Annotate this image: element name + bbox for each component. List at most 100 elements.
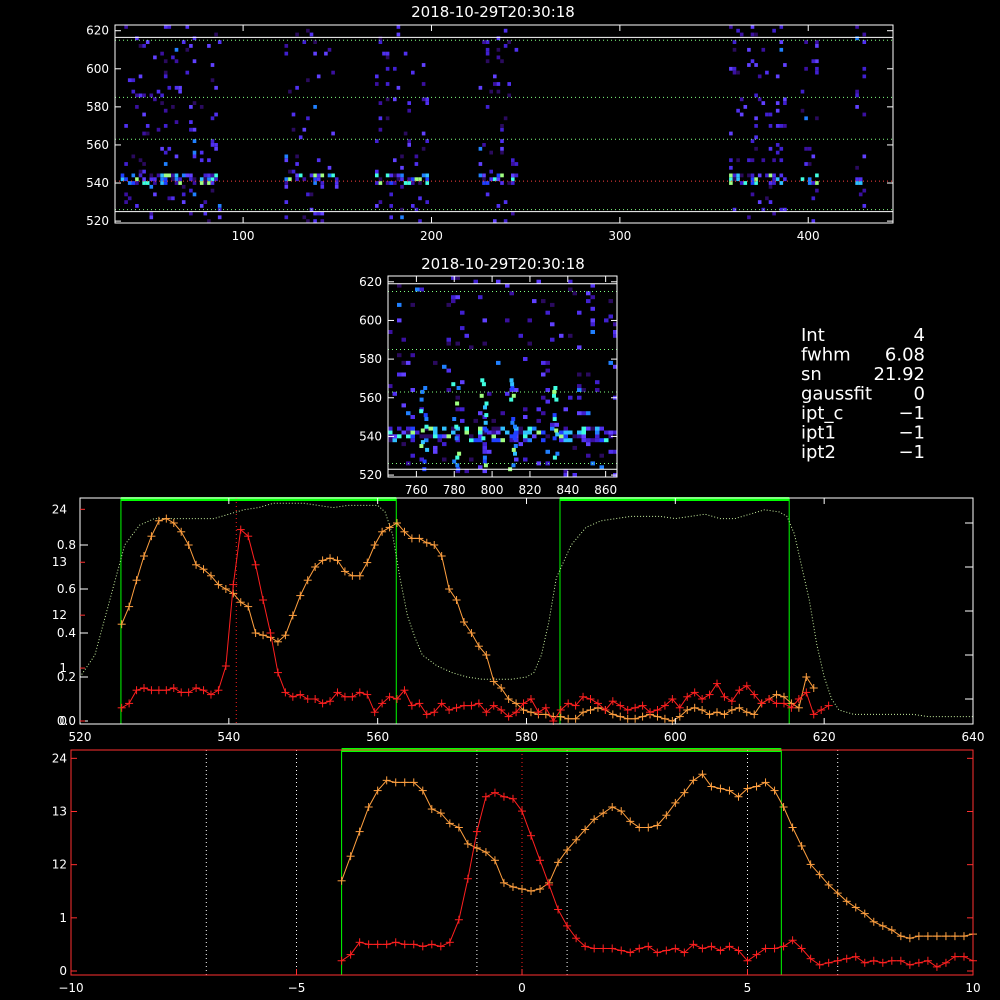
- top-pixel: [124, 162, 128, 166]
- top-pixel: [189, 44, 193, 48]
- top-pixel: [313, 177, 317, 182]
- middle-pixel: [599, 453, 604, 458]
- top-pixel: [378, 200, 383, 204]
- middle-pixel: [518, 333, 523, 338]
- middle-bright-pixel: [454, 436, 459, 441]
- middle-bright-pixel: [419, 409, 424, 414]
- middle-pixel: [599, 426, 604, 431]
- top-pixel: [400, 173, 404, 178]
- top-pixel: [414, 162, 419, 166]
- top-pixel: [739, 181, 744, 185]
- top-pixel: [178, 181, 182, 185]
- top-pixel: [171, 105, 175, 109]
- spectrum-window-box: [559, 498, 790, 725]
- top-pixel: [192, 177, 197, 182]
- top-pixel: [334, 184, 339, 189]
- top-pixel: [858, 192, 863, 197]
- top-pixel: [496, 173, 501, 178]
- info-label: ipt2: [801, 442, 836, 463]
- top-pixel: [807, 162, 812, 166]
- top-pixel: [135, 181, 139, 185]
- middle-pixel: [482, 318, 487, 323]
- top-pixel: [807, 177, 812, 182]
- top-pixel: [199, 204, 204, 208]
- top-pixel: [295, 173, 299, 178]
- info-value: 6.08: [885, 345, 925, 366]
- top-pixel: [167, 146, 172, 151]
- top-spectrogram-panel: 2018-10-29T20:30:18 520 540 560 580 600 620 10…: [86, 3, 894, 243]
- top-pixel: [203, 200, 208, 204]
- top-pixel: [313, 211, 317, 216]
- top-pixel: [754, 181, 758, 185]
- top-pixel: [142, 93, 146, 98]
- middle-pixel: [572, 445, 577, 450]
- middle-pixel: [577, 384, 582, 389]
- top-pixel: [862, 66, 867, 71]
- top-pixel: [800, 89, 805, 94]
- top-pixel: [163, 173, 168, 178]
- top-pixel: [811, 181, 816, 185]
- top-pixel: [378, 40, 383, 44]
- top-pixel: [210, 173, 215, 178]
- top-pixel: [378, 181, 383, 185]
- top-pixel: [862, 74, 867, 79]
- middle-pixel: [536, 279, 541, 284]
- middle-pixel: [455, 341, 460, 346]
- middle-pixel: [586, 438, 591, 443]
- top-pixel: [754, 116, 758, 121]
- middle-pixel: [523, 457, 528, 462]
- top-pixel: [156, 173, 161, 178]
- middle-bright-pixel: [554, 397, 559, 402]
- top-pixel: [511, 162, 515, 166]
- top-pixel: [478, 146, 483, 151]
- spectrum-red-y-tick-label: 13: [52, 555, 67, 569]
- middle-pixel: [545, 461, 550, 466]
- top-pixel: [750, 139, 755, 143]
- top-pixel: [203, 173, 208, 178]
- top-pixel: [496, 47, 501, 52]
- top-pixel: [167, 25, 172, 29]
- middle-pixel: [536, 430, 541, 435]
- info-value: 0: [914, 384, 925, 405]
- top-pixel: [811, 59, 816, 64]
- top-pixel: [160, 177, 164, 182]
- middle-pixel: [482, 449, 487, 454]
- middle-pixel: [581, 430, 586, 435]
- middle-x-tick-label: 820: [518, 483, 541, 497]
- middle-pixel: [410, 453, 415, 458]
- middle-pixel: [437, 434, 442, 439]
- top-x-tick-label: 300: [608, 229, 631, 243]
- middle-pixel: [401, 360, 406, 365]
- middle-pixel: [491, 418, 496, 423]
- middle-pixel: [563, 426, 568, 431]
- middle-pixel: [487, 449, 492, 454]
- top-pixel: [482, 173, 486, 178]
- middle-pixel: [397, 434, 402, 439]
- middle-pixel: [482, 445, 487, 450]
- top-pixel: [403, 51, 408, 56]
- middle-bright-pixel: [419, 397, 424, 402]
- middle-pixel: [410, 302, 415, 307]
- top-pixel: [729, 165, 733, 170]
- middle-bright-pixel: [481, 436, 486, 441]
- middle-bright-pixel: [452, 417, 457, 421]
- middle-pixel: [527, 438, 532, 443]
- middle-pixel: [568, 333, 573, 338]
- middle-pixel: [397, 372, 402, 377]
- middle-pixel: [523, 430, 528, 435]
- top-pixel: [160, 101, 164, 105]
- middle-pixel: [563, 430, 568, 435]
- top-pixel: [775, 150, 780, 155]
- info-label: ipt1: [801, 423, 836, 444]
- top-pixel: [174, 181, 179, 185]
- top-pixel: [804, 40, 808, 44]
- top-pixel: [507, 40, 511, 44]
- top-pixel: [375, 139, 379, 143]
- middle-pixel: [568, 279, 573, 284]
- top-pixel: [331, 173, 335, 178]
- top-pixel: [393, 158, 397, 163]
- info-value: 4: [914, 325, 925, 346]
- top-pixel: [425, 139, 429, 143]
- middle-pixel: [446, 341, 451, 346]
- top-x-tick-label: 400: [797, 229, 820, 243]
